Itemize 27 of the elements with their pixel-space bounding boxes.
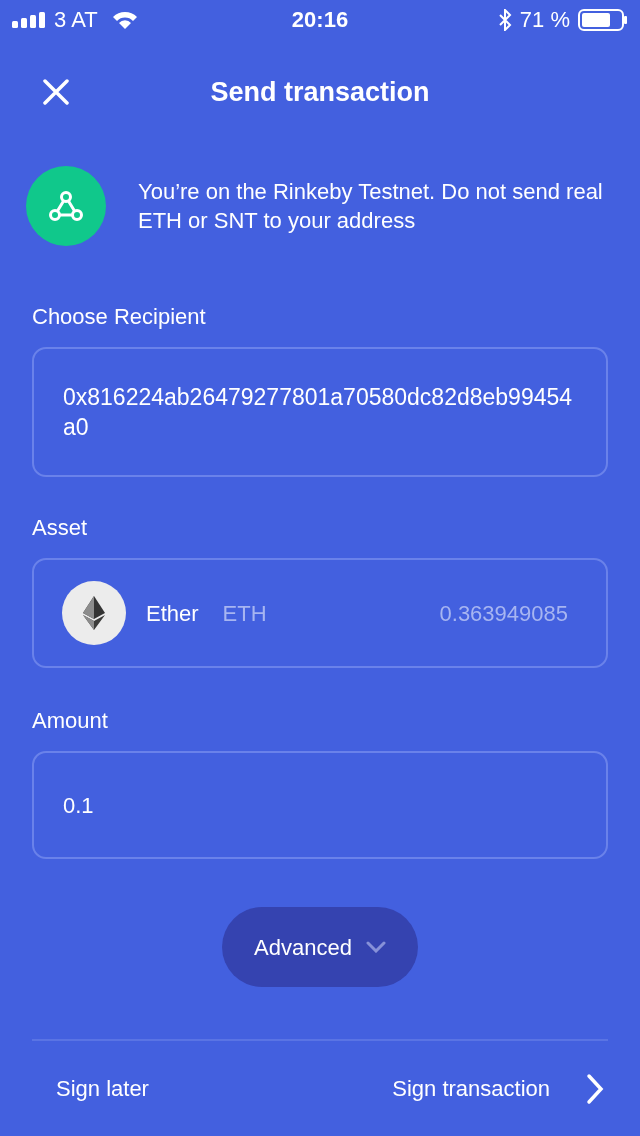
sign-later-button[interactable]: Sign later bbox=[56, 1072, 149, 1106]
bluetooth-icon bbox=[497, 8, 512, 31]
wifi-icon bbox=[111, 10, 138, 29]
network-icon bbox=[49, 191, 83, 222]
testnet-notice: You’re on the Rinkeby Testnet. Do not send real ETH or SNT to your address bbox=[138, 178, 604, 236]
field-label: Asset bbox=[32, 514, 89, 543]
advanced-button[interactable]: Advanced bbox=[222, 907, 418, 988]
asset-balance: 0.363949085 bbox=[439, 599, 568, 628]
recipient-field[interactable]: 0x816224ab26479277801a70580dc82d8eb99454a0 bbox=[32, 347, 608, 478]
battery-percentage: 71 % bbox=[519, 6, 570, 35]
asset-symbol: ETH bbox=[222, 599, 267, 628]
field-label: Amount bbox=[32, 707, 109, 736]
asset-name: Ether bbox=[146, 599, 199, 628]
field-label: Choose Recipient bbox=[32, 303, 207, 332]
close-button[interactable] bbox=[40, 76, 72, 108]
sign-transaction-button[interactable]: Sign transaction bbox=[392, 1072, 604, 1106]
close-icon bbox=[43, 79, 69, 105]
screen-title: Send transaction bbox=[209, 75, 431, 109]
carrier-name: 3 AT bbox=[54, 6, 98, 35]
amount-field[interactable]: 0.1 bbox=[32, 751, 608, 860]
clock-time: 20:16 bbox=[291, 6, 349, 35]
signal-icon bbox=[12, 11, 48, 28]
chevron-icon bbox=[365, 941, 386, 954]
chevron-right-icon bbox=[586, 1072, 604, 1105]
ethereum-icon bbox=[83, 596, 105, 631]
battery-icon bbox=[578, 8, 628, 31]
asset-selector[interactable]: Ether ETH 0.363949085 bbox=[32, 558, 608, 669]
